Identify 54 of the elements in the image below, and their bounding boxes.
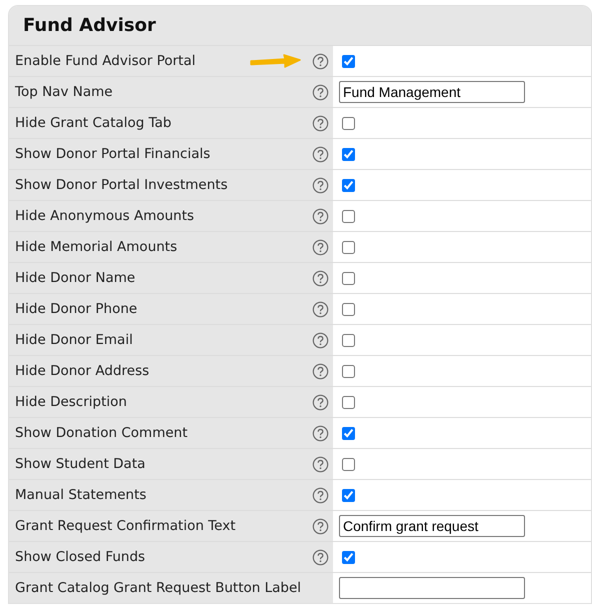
checkbox[interactable]	[342, 364, 355, 378]
setting-label: Hide Donor Email	[15, 332, 134, 348]
setting-label: Top Nav Name	[15, 84, 114, 100]
help-icon[interactable]	[312, 84, 329, 100]
help-icon[interactable]	[312, 270, 329, 286]
input-field[interactable]	[339, 577, 525, 599]
help-icon[interactable]	[312, 238, 329, 256]
setting-label: Hide Description	[15, 394, 128, 410]
checkbox[interactable]	[342, 334, 355, 346]
checkbox[interactable]	[342, 116, 355, 130]
help-icon[interactable]	[312, 362, 329, 380]
setting-label: Hide Grant Catalog Tab	[15, 115, 172, 131]
setting-label: Show Donor Portal Financials	[15, 146, 212, 162]
help-icon[interactable]	[312, 394, 329, 410]
checkbox[interactable]	[342, 54, 355, 68]
setting-label: Show Student Data	[15, 456, 146, 472]
help-icon[interactable]	[312, 52, 329, 70]
help-icon[interactable]	[312, 114, 329, 132]
setting-label: Hide Donor Address	[15, 363, 150, 379]
help-icon[interactable]	[312, 518, 329, 534]
help-icon[interactable]	[312, 486, 329, 504]
setting-label: Hide Donor Name	[15, 270, 136, 286]
input-field[interactable]: Fund Management	[339, 81, 525, 103]
help-icon[interactable]	[312, 332, 329, 348]
checkbox[interactable]	[342, 272, 355, 284]
checkbox[interactable]	[342, 458, 355, 470]
setting-label: Show Closed Funds	[15, 549, 146, 565]
help-icon[interactable]	[312, 424, 329, 442]
help-icon[interactable]	[312, 208, 329, 224]
setting-label: Grant Catalog Grant Request Button Label	[15, 580, 302, 596]
setting-label: Show Donation Comment	[15, 425, 188, 441]
checkbox[interactable]	[342, 396, 355, 408]
checkbox[interactable]	[342, 210, 355, 222]
setting-label: Hide Memorial Amounts	[15, 239, 178, 255]
checkbox[interactable]	[342, 488, 355, 502]
setting-label: Hide Anonymous Amounts	[15, 208, 196, 224]
checkbox[interactable]	[342, 426, 355, 440]
help-icon[interactable]	[312, 176, 329, 194]
help-icon[interactable]	[312, 300, 329, 318]
checkbox[interactable]	[342, 302, 355, 316]
help-icon[interactable]	[312, 548, 329, 566]
setting-label: Grant Request Confirmation Text	[15, 518, 236, 534]
checkbox[interactable]	[342, 240, 355, 254]
checkbox[interactable]	[342, 550, 355, 564]
setting-label: Manual Statements	[15, 487, 148, 503]
panel-title: Fund Advisor	[23, 15, 156, 36]
setting-label: Show Donor Portal Investments	[15, 177, 229, 193]
help-icon[interactable]	[312, 456, 329, 472]
setting-label: Enable Fund Advisor Portal	[15, 53, 197, 69]
setting-label: Hide Donor Phone	[15, 301, 138, 317]
checkbox[interactable]	[342, 178, 355, 192]
help-icon[interactable]	[312, 146, 329, 162]
input-field[interactable]: Confirm grant request	[339, 515, 525, 537]
checkbox[interactable]	[342, 148, 355, 160]
